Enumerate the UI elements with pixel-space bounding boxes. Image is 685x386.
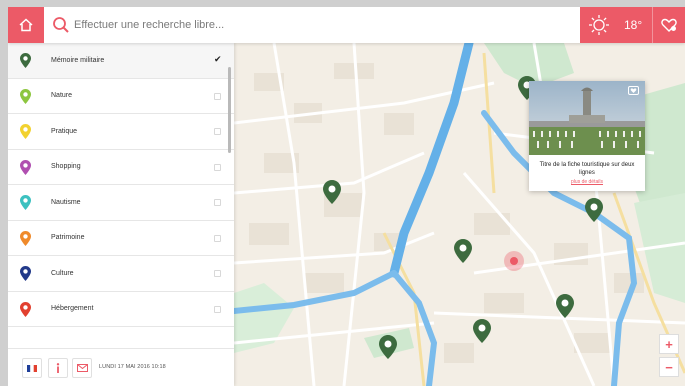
category-label: Culture <box>51 269 74 277</box>
category-pin-icon <box>20 195 31 210</box>
map-pin-icon[interactable] <box>585 198 603 222</box>
map-pin-icon[interactable] <box>379 335 397 359</box>
category-item[interactable]: Pratique <box>8 114 234 150</box>
category-label: Mémoire militaire <box>51 56 105 64</box>
poi-more-link[interactable]: plus de détails <box>533 179 641 185</box>
category-item[interactable]: Shopping <box>8 150 234 185</box>
category-pin-icon <box>20 230 31 246</box>
zoom-in-button[interactable]: + <box>659 334 679 354</box>
map-pin-icon[interactable] <box>473 319 491 343</box>
map-pin-icon[interactable] <box>556 294 574 318</box>
category-sidebar: Mémoire militaire ✔ Nature Pratique Shop… <box>8 43 234 386</box>
search-input[interactable] <box>74 13 494 37</box>
mail-icon <box>76 364 88 372</box>
home-button[interactable] <box>8 7 44 43</box>
zoom-out-button[interactable]: − <box>659 357 679 377</box>
info-button[interactable] <box>48 358 68 378</box>
map-pin-icon[interactable] <box>323 180 341 204</box>
french-flag-icon <box>27 364 37 372</box>
category-checkbox[interactable] <box>214 92 221 100</box>
top-bar: 18° <box>8 7 685 43</box>
datetime-label: LUNDI 17 MAI 2016 10:18 <box>99 364 166 370</box>
temperature-label: 18° <box>624 18 643 32</box>
app-frame: 18° Mémoire militaire ✔ Nature Pratique <box>8 7 685 386</box>
poi-popup[interactable]: Titre de la fiche touristique sur deux l… <box>529 81 645 191</box>
mail-button[interactable] <box>72 358 92 378</box>
category-checkbox[interactable] <box>214 128 221 135</box>
category-label: Nature <box>51 92 73 100</box>
sun-icon <box>589 15 609 35</box>
category-pin-icon <box>20 266 31 281</box>
sidebar-scrollbar[interactable] <box>228 67 231 153</box>
category-label: Patrimoine <box>51 234 85 242</box>
category-checkbox[interactable] <box>214 270 221 277</box>
category-label: Pratique <box>51 127 78 135</box>
weather-widget[interactable]: 18° <box>580 7 652 43</box>
category-label: Hébergement <box>51 305 94 313</box>
checkmark-icon[interactable]: ✔ <box>214 54 222 65</box>
map-pin-icon[interactable] <box>454 239 472 263</box>
category-item[interactable]: Mémoire militaire ✔ <box>8 43 234 79</box>
category-item[interactable]: Patrimoine <box>8 221 234 256</box>
zoom-controls: + − <box>659 334 679 380</box>
category-list: Mémoire militaire ✔ Nature Pratique Shop… <box>8 43 234 327</box>
category-item[interactable]: Nautisme <box>8 185 234 221</box>
category-pin-icon <box>20 159 31 175</box>
category-item[interactable]: Hébergement <box>8 292 234 327</box>
category-checkbox[interactable] <box>214 234 221 242</box>
sidebar-footer: LUNDI 17 MAI 2016 10:18 <box>8 348 234 386</box>
category-pin-icon <box>20 301 31 317</box>
category-label: Shopping <box>51 163 81 171</box>
favorite-icon[interactable] <box>628 86 639 95</box>
home-icon <box>19 18 33 32</box>
category-item[interactable]: Culture <box>8 256 234 292</box>
language-button[interactable] <box>22 358 42 378</box>
category-label: Nautisme <box>51 198 81 206</box>
category-pin-icon <box>20 53 31 68</box>
info-icon <box>56 363 60 373</box>
category-checkbox[interactable] <box>214 199 221 206</box>
search-icon <box>53 17 69 33</box>
favorites-button[interactable] <box>652 7 685 43</box>
heart-icon <box>661 18 677 32</box>
category-pin-icon <box>20 88 31 104</box>
category-checkbox[interactable] <box>214 305 221 313</box>
category-pin-icon <box>20 124 31 139</box>
poi-title: Titre de la fiche touristique sur deux l… <box>539 162 635 176</box>
category-checkbox[interactable] <box>214 163 221 171</box>
category-item[interactable]: Nature <box>8 79 234 114</box>
